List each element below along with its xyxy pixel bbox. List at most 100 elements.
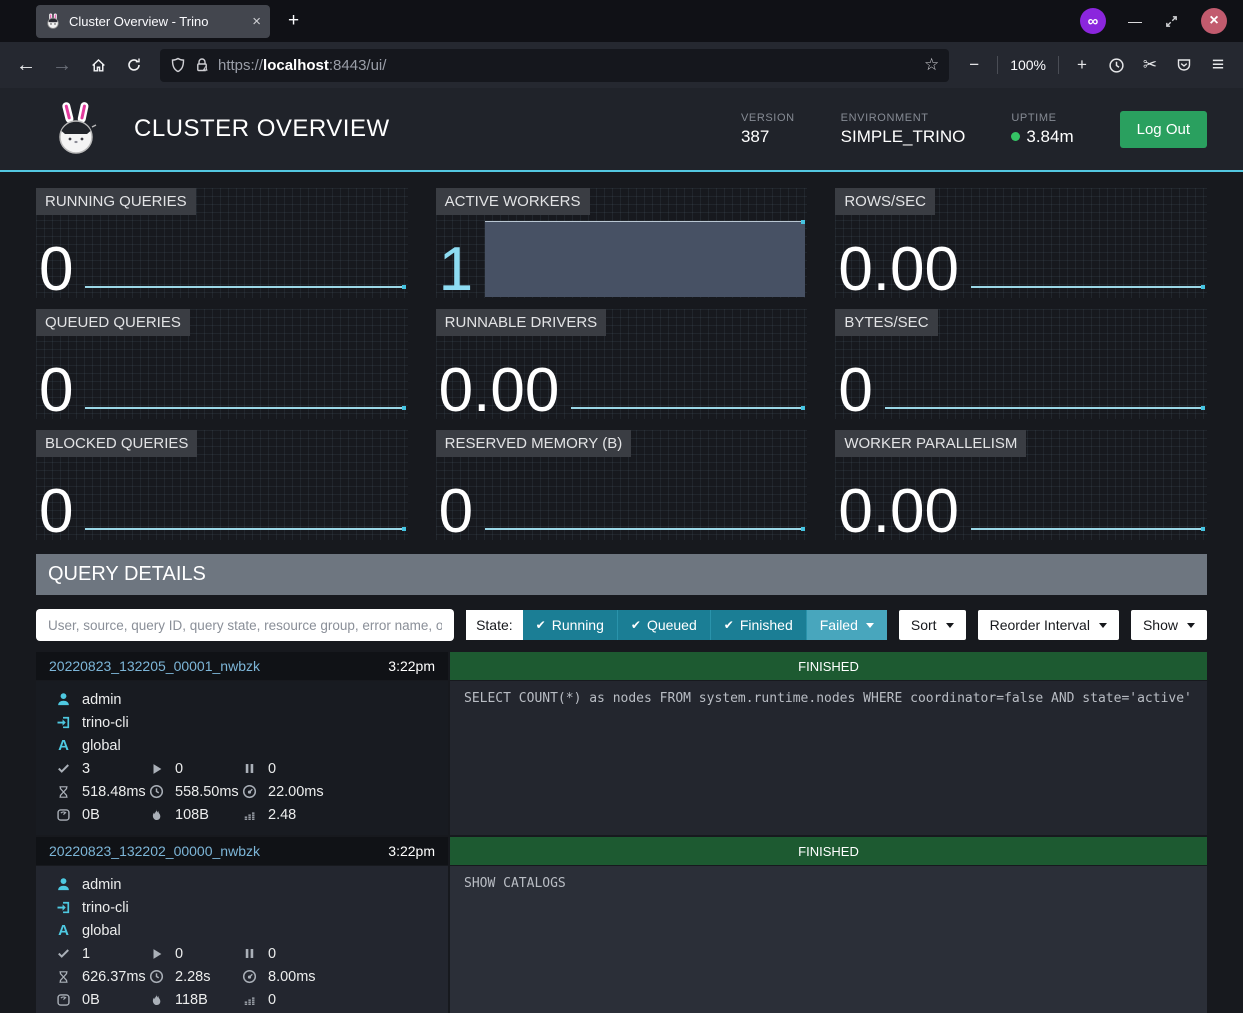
home-button[interactable] (82, 49, 114, 81)
pocket-save-button[interactable] (1169, 50, 1199, 80)
tab-close-icon[interactable]: × (252, 13, 261, 30)
show-dropdown[interactable]: Show (1131, 610, 1207, 640)
navigation-toolbar: ← → (0, 42, 1243, 88)
sparkline (971, 528, 1205, 530)
query-id-bar: 20220823_132205_00001_nwbzk 3:22pm (36, 652, 448, 680)
sort-dropdown[interactable]: Sort (899, 610, 966, 640)
query-id-link[interactable]: 20220823_132202_00000_nwbzk (49, 843, 260, 859)
stat-value: 0.00 (835, 483, 959, 540)
window-minimize-button[interactable]: — (1128, 13, 1142, 29)
page-title: CLUSTER OVERVIEW (134, 115, 390, 143)
logout-button[interactable]: Log Out (1120, 111, 1207, 148)
stat-panel-runnable-drivers: RUNNABLE DRIVERS 0.00 (436, 309, 808, 419)
query-resource-group: global (82, 923, 121, 939)
scale-icon (55, 808, 72, 822)
fire-icon (148, 807, 165, 822)
zoom-level[interactable]: 100% (1006, 57, 1050, 73)
cumulative-memory: 108B (175, 807, 209, 823)
stat-value: 0 (36, 483, 73, 540)
cpu-time: 8.00ms (268, 969, 316, 985)
stat-value: 0 (835, 362, 872, 419)
query-filter-toolbar: State: ✔Running ✔Queued ✔Finished Failed… (36, 609, 1207, 641)
wall-time: 626.37ms (82, 969, 146, 985)
tracking-shield-icon[interactable] (170, 57, 186, 73)
toolbar-divider (997, 56, 998, 74)
tab-bar: Cluster Overview - Trino × + ∞ — × (0, 0, 1243, 42)
query-status-badge: FINISHED (450, 837, 1207, 865)
menu-button[interactable]: ≡ (1203, 50, 1233, 80)
stat-panel-running-queries: RUNNING QUERIES 0 (36, 188, 408, 298)
user-icon (55, 692, 72, 707)
back-button[interactable]: ← (10, 49, 42, 81)
stat-value: 1 (436, 241, 473, 298)
clock-icon (148, 969, 165, 984)
filter-running-button[interactable]: ✔Running (523, 610, 617, 640)
sparkline (85, 286, 405, 288)
stat-label: BYTES/SEC (835, 309, 937, 336)
filter-queued-button[interactable]: ✔Queued (617, 610, 710, 640)
history-button[interactable] (1101, 50, 1131, 80)
reorder-interval-dropdown[interactable]: Reorder Interval (978, 610, 1119, 640)
lock-warning-icon[interactable] (194, 57, 210, 73)
completed-splits-icon (55, 946, 72, 961)
query-user: admin (82, 877, 122, 893)
zoom-in-button[interactable]: + (1067, 50, 1097, 80)
browser-tab[interactable]: Cluster Overview - Trino × (36, 5, 270, 38)
query-row: 20220823_132202_00000_nwbzk 3:22pm FINIS… (36, 837, 1207, 1013)
bar-chart-icon (241, 993, 258, 1006)
window-close-button[interactable]: × (1201, 8, 1227, 34)
parallelism: 2.48 (268, 807, 296, 823)
uptime-value: 3.84m (1026, 127, 1073, 147)
uptime-block: UPTIME 3.84m (1011, 112, 1073, 147)
version-block: VERSION 387 (741, 112, 795, 147)
cpu-time: 22.00ms (268, 784, 324, 800)
query-id-link[interactable]: 20220823_132205_00001_nwbzk (49, 658, 260, 674)
scale-icon (55, 993, 72, 1007)
trino-bunny-logo (52, 101, 102, 157)
query-user: admin (82, 692, 122, 708)
stat-panel-rows-sec: ROWS/SEC 0.00 (835, 188, 1207, 298)
environment-block: ENVIRONMENT SIMPLE_TRINO (841, 112, 966, 147)
screenshot-button[interactable]: ✂ (1135, 50, 1165, 80)
address-bar[interactable]: https://localhost:8443/ui/ ☆ (160, 49, 949, 82)
gauge-icon (241, 969, 258, 984)
query-id-bar: 20220823_132202_00000_nwbzk 3:22pm (36, 837, 448, 865)
stat-label: RESERVED MEMORY (B) (436, 430, 632, 457)
sign-in-icon (55, 900, 72, 915)
clock-icon (148, 784, 165, 799)
new-tab-button[interactable]: + (288, 10, 299, 32)
chevron-down-icon (946, 623, 954, 628)
tab-title: Cluster Overview - Trino (69, 14, 246, 29)
bookmark-star-icon[interactable]: ☆ (924, 55, 939, 75)
filter-finished-button[interactable]: ✔Finished (710, 610, 806, 640)
stat-label: RUNNING QUERIES (36, 188, 196, 215)
url-text[interactable]: https://localhost:8443/ui/ (218, 57, 916, 74)
chevron-down-icon (1187, 623, 1195, 628)
chevron-down-icon (866, 623, 874, 628)
query-search-input[interactable] (36, 609, 454, 641)
check-icon: ✔ (724, 618, 734, 632)
query-resource-group: global (82, 738, 121, 754)
parallelism: 0 (268, 992, 276, 1008)
check-icon: ✔ (536, 618, 546, 632)
stat-value: 0.00 (436, 362, 560, 419)
completed-splits-icon (55, 761, 72, 776)
queued-splits: 0 (268, 946, 276, 962)
query-source: trino-cli (82, 715, 129, 731)
uptime-label: UPTIME (1011, 112, 1073, 124)
window-restore-button[interactable] (1164, 14, 1179, 29)
cluster-header: CLUSTER OVERVIEW VERSION 387 ENVIRONMENT… (0, 88, 1243, 172)
stats-grid: RUNNING QUERIES 0 ACTIVE WORKERS 1 ROWS/… (0, 172, 1243, 546)
stat-panel-reserved-memory: RESERVED MEMORY (B) 0 (436, 430, 808, 540)
filter-failed-dropdown[interactable]: Failed (806, 610, 887, 640)
stat-label: QUEUED QUERIES (36, 309, 190, 336)
uptime-status-dot (1011, 132, 1020, 141)
zoom-out-button[interactable]: − (959, 50, 989, 80)
running-splits: 0 (175, 946, 183, 962)
sparkline (85, 407, 405, 409)
sparkline (571, 407, 805, 409)
stat-value: 0 (36, 241, 73, 298)
reload-button[interactable] (118, 49, 150, 81)
elapsed-time: 558.50ms (175, 784, 239, 800)
query-details-title: QUERY DETAILS (36, 554, 1207, 595)
